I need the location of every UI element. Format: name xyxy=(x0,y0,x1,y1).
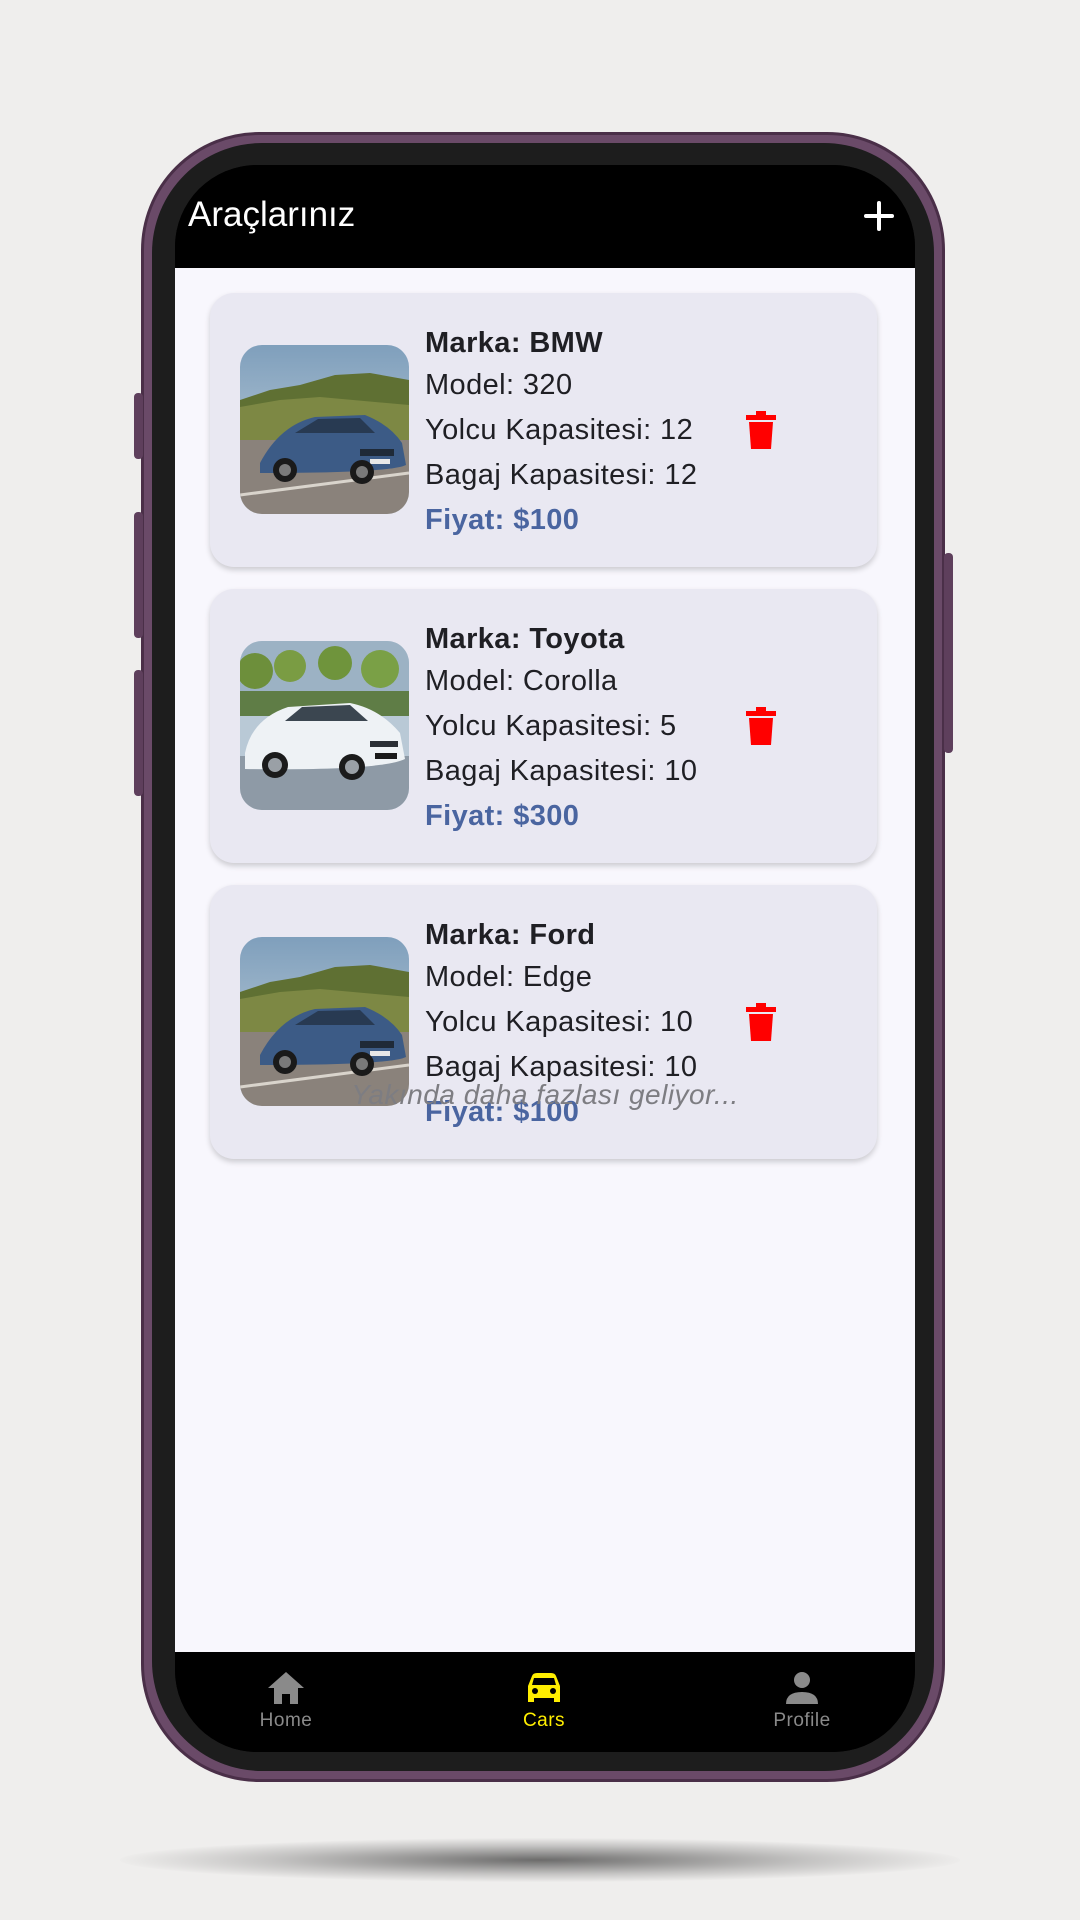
silent-switch xyxy=(134,393,143,459)
nav-label: Cars xyxy=(522,1710,566,1731)
home-icon xyxy=(268,1672,304,1704)
person-icon xyxy=(786,1672,818,1704)
car-brand: Marka: BMW xyxy=(425,327,604,359)
car-model: Model: Edge xyxy=(425,961,593,993)
car-price: Fiyat: $300 xyxy=(425,800,580,832)
car-model: Model: Corolla xyxy=(425,665,618,697)
phone-screen: Araçlarınız Marka: BMW Model: 320 Yolcu … xyxy=(175,165,915,1752)
nav-label: Profile xyxy=(773,1710,831,1731)
trash-icon[interactable] xyxy=(746,411,776,449)
car-card: Marka: BMW Model: 320 Yolcu Kapasitesi: … xyxy=(210,293,877,567)
passenger-capacity: Yolcu Kapasitesi: 5 xyxy=(425,710,677,742)
volume-down-button xyxy=(134,670,143,796)
phone-shadow xyxy=(120,1838,960,1882)
car-price: Fiyat: $100 xyxy=(425,504,580,536)
passenger-capacity: Yolcu Kapasitesi: 10 xyxy=(425,1006,694,1038)
bottom-nav: Home Cars Profile xyxy=(175,1652,915,1752)
nav-item-home[interactable]: Home xyxy=(226,1670,346,1732)
car-card: Marka: Toyota Model: Corolla Yolcu Kapas… xyxy=(210,589,877,863)
white-sedan-photo xyxy=(240,641,409,810)
trash-icon[interactable] xyxy=(746,1003,776,1041)
power-button xyxy=(944,553,953,753)
car-info: Marka: Toyota Model: Corolla Yolcu Kapas… xyxy=(425,619,785,839)
car-model: Model: 320 xyxy=(425,369,573,401)
car-card: Marka: Ford Model: Edge Yolcu Kapasitesi… xyxy=(210,885,877,1159)
car-info: Marka: BMW Model: 320 Yolcu Kapasitesi: … xyxy=(425,323,785,543)
page-title: Araçlarınız xyxy=(188,195,356,234)
car-brand: Marka: Toyota xyxy=(425,623,625,655)
car-image-toyota xyxy=(240,641,409,810)
coming-soon-text: Yakında daha fazlası geliyor... xyxy=(351,1079,739,1110)
nav-item-profile[interactable]: Profile xyxy=(742,1670,862,1732)
nav-label: Home xyxy=(259,1710,313,1731)
car-image-bmw xyxy=(240,345,409,514)
volume-up-button xyxy=(134,512,143,638)
car-icon xyxy=(528,1673,560,1702)
app-bar: Araçlarınız xyxy=(175,165,915,268)
car-list: Marka: BMW Model: 320 Yolcu Kapasitesi: … xyxy=(175,268,915,1652)
luggage-capacity: Bagaj Kapasitesi: 10 xyxy=(425,755,698,787)
nav-item-cars[interactable]: Cars xyxy=(484,1670,604,1732)
passenger-capacity: Yolcu Kapasitesi: 12 xyxy=(425,414,694,446)
blue-sedan-photo xyxy=(240,345,409,514)
car-brand: Marka: Ford xyxy=(425,919,596,951)
plus-icon[interactable] xyxy=(861,199,897,235)
trash-icon[interactable] xyxy=(746,707,776,745)
luggage-capacity: Bagaj Kapasitesi: 12 xyxy=(425,459,698,491)
